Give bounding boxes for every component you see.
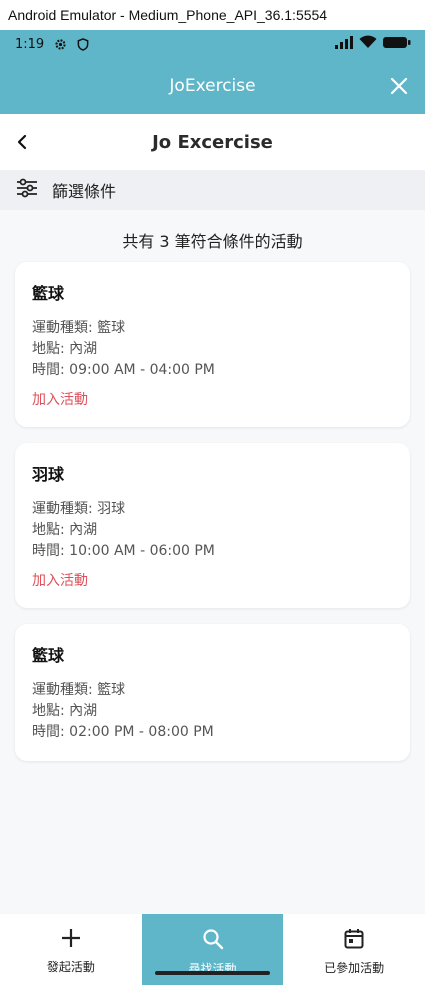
filter-label: 篩選條件 (52, 182, 117, 201)
battery-icon (383, 36, 411, 53)
activity-card[interactable]: 羽球 運動種類: 羽球 地點: 內湖 時間: 10:00 AM - 06:00 … (15, 443, 410, 608)
plus-icon (61, 928, 81, 951)
activity-sport: 運動種類: 羽球 (32, 501, 126, 517)
result-count: 共有 3 筆符合條件的活動 (122, 232, 303, 251)
settings-gear-icon (54, 38, 67, 51)
app-bar: JoExercise (0, 58, 425, 114)
activity-time: 時間: 10:00 AM - 06:00 PM (32, 543, 215, 559)
calendar-icon (344, 928, 364, 952)
activity-place: 地點: 內湖 (32, 341, 98, 357)
filter-sliders-icon[interactable] (16, 178, 38, 202)
join-activity-button[interactable]: 加入活動 (32, 389, 393, 409)
page-title: Jo Excercise (152, 131, 273, 153)
page-header: Jo Excercise (0, 114, 425, 170)
search-icon (202, 928, 224, 953)
filter-bar[interactable]: 篩選條件 (0, 170, 425, 210)
activity-time: 時間: 09:00 AM - 04:00 PM (32, 362, 215, 378)
activity-title: 籃球 (32, 284, 65, 303)
close-icon[interactable] (387, 74, 411, 98)
activity-title: 籃球 (32, 646, 65, 665)
activity-place: 地點: 內湖 (32, 703, 98, 719)
nav-create-activity[interactable]: 發起活動 (0, 914, 142, 985)
nav-label: 已參加活動 (324, 961, 385, 975)
app-title: JoExercise (169, 76, 256, 96)
activity-card[interactable]: 籃球 運動種類: 籃球 地點: 內湖 時間: 02:00 PM - 08:00 … (15, 624, 410, 761)
activity-title: 羽球 (32, 465, 65, 484)
join-activity-button[interactable]: 加入活動 (32, 570, 393, 590)
nav-joined-activity[interactable]: 已參加活動 (283, 914, 425, 985)
nav-label: 發起活動 (46, 960, 95, 974)
window-title: Android Emulator - Medium_Phone_API_36.1… (0, 0, 425, 30)
status-bar: 1:19 (0, 30, 425, 58)
wifi-icon (359, 35, 377, 53)
back-arrow-icon[interactable] (10, 130, 34, 154)
shield-icon (77, 37, 89, 51)
activity-time: 時間: 02:00 PM - 08:00 PM (32, 724, 214, 740)
gesture-home-bar[interactable] (155, 971, 270, 975)
status-time: 1:19 (15, 36, 45, 52)
activity-sport: 運動種類: 籃球 (32, 682, 126, 698)
activity-card[interactable]: 籃球 運動種類: 籃球 地點: 內湖 時間: 09:00 AM - 04:00 … (15, 262, 410, 427)
activity-sport: 運動種類: 籃球 (32, 320, 126, 336)
activity-place: 地點: 內湖 (32, 522, 98, 538)
signal-icon (335, 35, 353, 53)
